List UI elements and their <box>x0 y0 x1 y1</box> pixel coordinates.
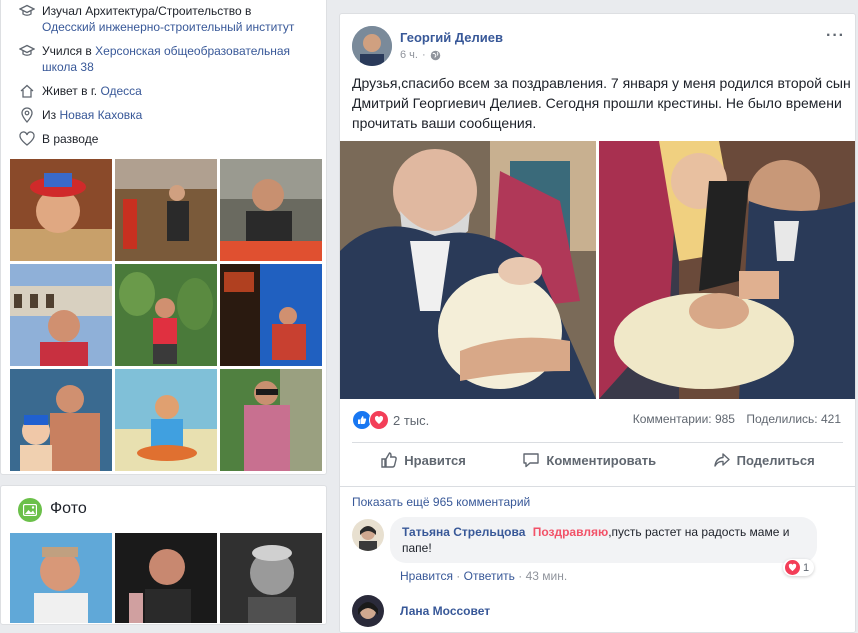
comment-author[interactable]: Лана Моссовет <box>400 604 490 618</box>
comment-bubble: Татьяна Стрельцова Поздравляю,пусть раст… <box>390 517 817 563</box>
grid-photo-9[interactable] <box>220 369 322 471</box>
comment-like-link[interactable]: Нравится <box>400 569 453 583</box>
grid-photo-2[interactable] <box>115 159 217 261</box>
comments-count[interactable]: Комментарии: 985 <box>633 412 735 426</box>
show-more-comments-link[interactable]: Показать ещё 965 комментарий <box>352 495 530 509</box>
post-card: Георгий Делиев 6 ч. · ··· Друзья,спасибо… <box>339 13 856 633</box>
love-reaction-icon <box>369 410 389 430</box>
comment-reaction-count: 1 <box>803 561 810 574</box>
like-button-label: Нравится <box>404 452 466 468</box>
post-text: Друзья,спасибо всем за поздравления. 7 я… <box>352 75 851 131</box>
comment-time[interactable]: 43 мин. <box>526 569 568 583</box>
shares-count[interactable]: Поделились: 421 <box>746 412 841 426</box>
intro-item-lives: Живет в г. Одесса <box>19 83 302 99</box>
meta-separator: · <box>421 49 426 61</box>
comment-bubble-icon <box>523 453 540 468</box>
photos-card: Фото <box>0 485 327 625</box>
intro-card: Изучал Архитектура/Строительство в Одесск… <box>0 0 327 475</box>
heart-icon <box>19 131 35 146</box>
share-arrow-icon <box>713 453 730 467</box>
grid-photo-7[interactable] <box>10 369 112 471</box>
location-pin-icon <box>21 107 33 123</box>
graduation-cap-icon <box>19 44 35 56</box>
grid-photo-1[interactable] <box>10 159 112 261</box>
love-reaction-icon <box>785 560 800 575</box>
globe-icon[interactable] <box>430 50 441 61</box>
intro-item-school: Учился в Херсонская общеобразовательная … <box>19 43 302 75</box>
photo-icon <box>23 504 37 516</box>
photos-thumb-3[interactable] <box>220 533 322 623</box>
grid-photo-8[interactable] <box>115 369 217 471</box>
comment-reply-link[interactable]: Ответить <box>464 569 515 583</box>
comment-reaction-badge[interactable]: 1 <box>783 559 815 576</box>
author-avatar[interactable] <box>352 26 392 66</box>
photos-thumb-2[interactable] <box>115 533 217 623</box>
intro-item-prefix: Изучал Архитектура/Строительство в <box>42 4 252 18</box>
intro-item-prefix: Живет в г. <box>42 84 98 98</box>
intro-item-prefix: Учился в <box>42 44 92 58</box>
post-photo-1[interactable] <box>340 141 596 399</box>
intro-item-from: Из Новая Каховка <box>19 107 302 123</box>
commenter-avatar[interactable] <box>352 519 384 551</box>
thumbs-up-icon <box>381 452 398 468</box>
relationship-status: В разводе <box>42 132 99 146</box>
post-timestamp[interactable]: 6 ч. <box>400 49 418 61</box>
school-link-odessa-institute[interactable]: Одесский инженерно-строительный институт <box>42 20 294 34</box>
comments-section: Показать ещё 965 комментарий Татьяна Стр… <box>340 486 855 632</box>
comment-button-label: Комментировать <box>546 452 657 468</box>
post-meta: 6 ч. · <box>400 49 441 61</box>
post-stats: Комментарии: 985 Поделились: 421 <box>633 412 841 426</box>
photos-title[interactable]: Фото <box>50 500 87 518</box>
grid-photo-3[interactable] <box>220 159 322 261</box>
comment-author[interactable]: Татьяна Стрельцова <box>402 525 525 539</box>
post-photo-2[interactable] <box>599 141 855 399</box>
post-action-bar: Нравится Комментировать Поделиться <box>352 442 843 477</box>
share-button-label: Поделиться <box>736 452 815 468</box>
reactions-summary[interactable]: 2 тыс. <box>352 410 429 430</box>
photos-thumb-1[interactable] <box>10 533 112 623</box>
grid-photo-6[interactable] <box>220 264 322 366</box>
grid-photo-5[interactable] <box>115 264 217 366</box>
grid-photo-4[interactable] <box>10 264 112 366</box>
commenter-avatar[interactable] <box>352 595 384 627</box>
reactions-count[interactable]: 2 тыс. <box>393 413 429 428</box>
share-button[interactable]: Поделиться <box>713 451 815 469</box>
graduation-cap-icon <box>19 4 35 16</box>
photos-icon <box>18 498 42 522</box>
city-link-nova-kakhovka[interactable]: Новая Каховка <box>59 108 142 122</box>
comment-actions: Нравится · Ответить · 43 мин. <box>400 569 568 583</box>
like-button[interactable]: Нравится <box>380 451 466 469</box>
home-icon <box>20 84 34 98</box>
comment-button[interactable]: Комментировать <box>522 451 656 469</box>
post-options-icon[interactable]: ··· <box>826 28 845 44</box>
post-author-name[interactable]: Георгий Делиев <box>400 30 503 45</box>
city-link-odessa[interactable]: Одесса <box>100 84 141 98</box>
intro-item-education: Изучал Архитектура/Строительство в Одесск… <box>19 3 302 35</box>
intro-item-relationship: В разводе <box>19 131 302 147</box>
intro-item-prefix: Из <box>42 108 57 122</box>
comment-highlight: Поздравляю <box>532 525 609 539</box>
